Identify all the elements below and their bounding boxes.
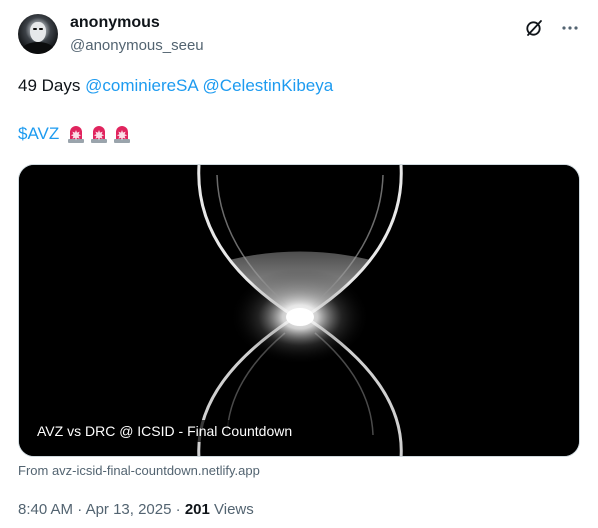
- police-light-icon: [112, 124, 132, 144]
- card-title[interactable]: AVZ vs DRC @ ICSID - Final Countdown: [31, 420, 299, 442]
- avatar[interactable]: [18, 14, 58, 54]
- mask-graphic: [30, 22, 46, 42]
- views-count: 201: [184, 501, 210, 518]
- tweet-text: 49 Days: [18, 76, 81, 95]
- mention-link[interactable]: @CelestinKibeya: [203, 76, 334, 95]
- mention-link[interactable]: @cominiereSA: [85, 76, 198, 95]
- separator: ·: [77, 501, 83, 518]
- tweet-meta: 8:40 AM · Apr 13, 2025 · 201 Views: [18, 501, 254, 518]
- card-source-link[interactable]: From avz-icsid-final-countdown.netlify.a…: [18, 463, 260, 478]
- tweet-date[interactable]: Apr 13, 2025: [86, 501, 172, 518]
- views-label: Views: [214, 501, 254, 518]
- suit-graphic: [22, 42, 54, 54]
- cashtag-link[interactable]: $AVZ: [18, 124, 59, 144]
- cashtag-line: $AVZ: [18, 124, 132, 144]
- police-light-icon: [89, 124, 109, 144]
- tweet-text-line: 49 Days @cominiereSA @CelestinKibeya: [18, 76, 333, 96]
- author-display-name[interactable]: anonymous: [70, 14, 160, 32]
- police-light-icon: [66, 124, 86, 144]
- tweet-time[interactable]: 8:40 AM: [18, 501, 73, 518]
- link-card[interactable]: AVZ vs DRC @ ICSID - Final Countdown: [18, 164, 580, 457]
- separator: ·: [175, 501, 181, 518]
- grok-icon[interactable]: [522, 16, 546, 40]
- hourglass-image: [19, 165, 579, 456]
- more-icon[interactable]: [558, 16, 582, 40]
- author-handle[interactable]: @anonymous_seeu: [70, 37, 204, 54]
